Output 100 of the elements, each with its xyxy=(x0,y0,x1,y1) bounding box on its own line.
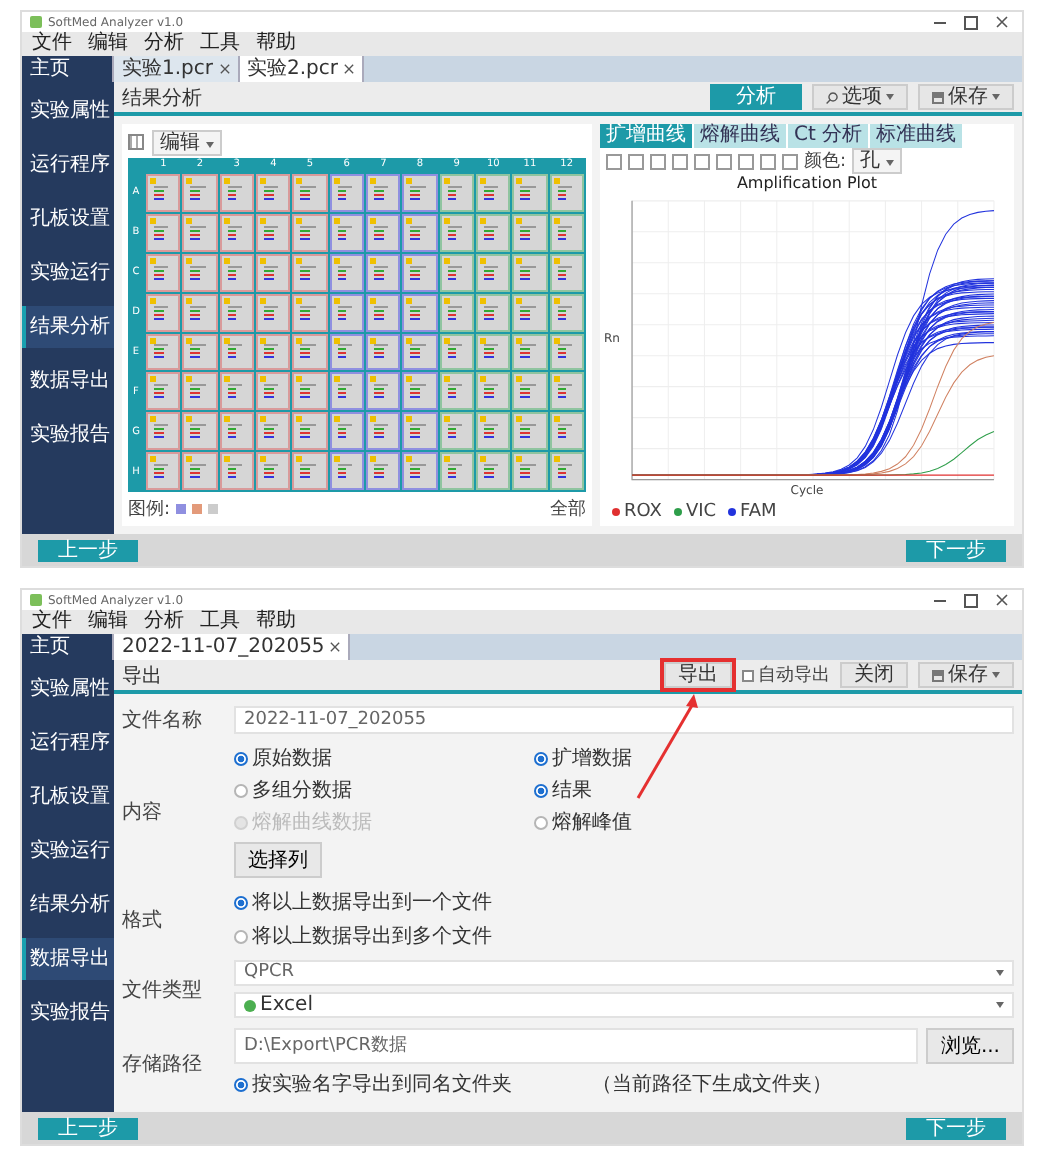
menu-item[interactable]: 工具 xyxy=(200,610,240,634)
sidebar-item[interactable]: 运行程序 xyxy=(22,144,114,186)
view-label[interactable]: 全部 xyxy=(550,495,586,521)
well-tile[interactable] xyxy=(329,174,364,212)
well-tile[interactable] xyxy=(402,174,438,212)
caret-icon xyxy=(992,672,1000,678)
radio-button[interactable] xyxy=(234,783,248,797)
well-tile[interactable] xyxy=(219,174,254,212)
chart-tab[interactable]: 熔解曲线 xyxy=(694,124,786,148)
maximize-button[interactable] xyxy=(964,15,978,29)
sidebar-item[interactable]: 实验运行 xyxy=(22,252,114,294)
field-label: 文件类型 xyxy=(122,977,204,1003)
chart-tab[interactable]: 标准曲线 xyxy=(870,124,963,148)
well-tile[interactable] xyxy=(476,174,511,212)
well-tile[interactable] xyxy=(366,174,401,212)
close-button[interactable] xyxy=(996,16,1008,28)
document-tab[interactable]: 2022-11-07_202055 xyxy=(114,634,351,660)
radio-button[interactable] xyxy=(234,751,248,765)
menu-item[interactable]: 编辑 xyxy=(88,32,128,56)
sidebar-item[interactable]: 实验属性 xyxy=(22,668,114,710)
document-tab[interactable]: 实验1.pcr xyxy=(114,56,239,82)
checkbox-label: 自动导出 xyxy=(758,663,830,688)
option-label: 熔解曲线数据 xyxy=(252,809,372,836)
radio-button[interactable] xyxy=(234,895,248,909)
option-label: 将以上数据导出到一个文件 xyxy=(252,889,492,916)
save-button[interactable]: 保存 xyxy=(918,662,1014,688)
caret-icon xyxy=(886,160,895,166)
sidebar-item[interactable]: 结果分析 xyxy=(22,884,114,926)
search-icon xyxy=(826,91,838,103)
legend-label: FAM xyxy=(740,502,777,522)
grid-icon[interactable] xyxy=(128,134,144,150)
sidebar-item[interactable]: 实验报告 xyxy=(22,414,114,456)
well-tile[interactable] xyxy=(512,174,548,212)
radio-button[interactable] xyxy=(534,815,548,829)
sidebar-item[interactable]: 实验属性 xyxy=(22,90,114,132)
color-dropdown[interactable]: 孔 xyxy=(852,148,903,174)
sidebar-item[interactable]: 孔板设置 xyxy=(22,198,114,240)
field-label: 文件名称 xyxy=(122,707,204,734)
toolbar-button[interactable]: 关闭 xyxy=(840,662,908,688)
document-tab[interactable]: 主页 xyxy=(22,56,114,82)
menu-item[interactable]: 工具 xyxy=(200,32,240,56)
sidebar-item[interactable]: 结果分析 xyxy=(22,306,114,348)
browse-button[interactable]: 浏览... xyxy=(926,1028,1014,1064)
document-tab[interactable]: 主页 xyxy=(22,634,114,660)
legend-swatch-icon xyxy=(176,503,187,513)
well-tile[interactable] xyxy=(146,174,181,212)
well-tile[interactable] xyxy=(549,174,584,212)
menu-item[interactable]: 文件 xyxy=(32,610,72,634)
well-tile[interactable] xyxy=(182,174,218,212)
mode-dropdown[interactable]: 编辑 xyxy=(152,129,223,155)
menu-item[interactable]: 帮助 xyxy=(256,610,296,634)
close-icon[interactable] xyxy=(344,64,354,74)
filename-field[interactable]: 2022-11-07_202055 xyxy=(234,706,1014,734)
sidebar-item[interactable]: 实验报告 xyxy=(22,992,114,1034)
page-title: 结果分析 xyxy=(122,85,202,111)
select-columns-button[interactable]: 选择列 xyxy=(234,842,322,878)
radio-button[interactable] xyxy=(234,1077,248,1091)
menu-item[interactable]: 帮助 xyxy=(256,32,296,56)
sidebar-item[interactable]: 孔板设置 xyxy=(22,776,114,818)
menu-item[interactable]: 分析 xyxy=(144,32,184,56)
file-type-dropdown[interactable]: QPCR xyxy=(234,960,1014,986)
well-tile[interactable] xyxy=(439,174,474,212)
sidebar-item[interactable]: 运行程序 xyxy=(22,722,114,764)
path-field[interactable]: D:\Export\PCR数据 xyxy=(234,1028,919,1064)
sidebar-item[interactable]: 数据导出 xyxy=(22,938,114,980)
legend-label: VIC xyxy=(685,502,717,522)
close-icon[interactable] xyxy=(219,64,229,74)
sidebar-item[interactable]: 数据导出 xyxy=(22,360,114,402)
menu-item[interactable]: 文件 xyxy=(32,32,72,56)
option-label: 结果 xyxy=(552,777,592,804)
radio-button[interactable] xyxy=(234,929,248,943)
radio-button[interactable] xyxy=(534,751,548,765)
sidebar-item[interactable]: 实验运行 xyxy=(22,830,114,872)
radio-button[interactable] xyxy=(534,783,548,797)
option-label: 扩增数据 xyxy=(552,745,632,772)
well-tile[interactable] xyxy=(256,174,291,212)
caret-icon xyxy=(992,94,1000,100)
close-icon[interactable] xyxy=(330,642,341,652)
field-label: 内容 xyxy=(122,799,164,825)
save-button[interactable]: 保存 xyxy=(918,84,1014,110)
field-label: 格式 xyxy=(122,907,164,933)
legend-swatch-icon xyxy=(208,503,219,513)
close-button[interactable] xyxy=(996,594,1008,606)
toolbar-button[interactable]: 导出 xyxy=(664,662,732,688)
document-tab[interactable]: 实验2.pcr xyxy=(239,56,364,82)
minimize-button[interactable] xyxy=(934,21,946,23)
chart-tab[interactable]: Ct 分析 xyxy=(788,124,869,148)
field-label: 存储路径 xyxy=(122,1051,204,1077)
checkbox[interactable] xyxy=(742,669,754,681)
hint-text: （当前路径下生成文件夹） xyxy=(592,1071,832,1098)
save-icon xyxy=(932,91,944,103)
option-label: 颜色: xyxy=(804,149,847,174)
maximize-button[interactable] xyxy=(964,593,978,607)
options-button[interactable]: 选项 xyxy=(812,84,908,110)
legend-swatch-icon xyxy=(192,503,203,513)
format-dropdown[interactable]: Excel xyxy=(234,992,1014,1018)
well-tile[interactable] xyxy=(292,174,328,212)
menu-item[interactable]: 分析 xyxy=(144,610,184,634)
menu-item[interactable]: 编辑 xyxy=(88,610,128,634)
minimize-button[interactable] xyxy=(934,599,946,601)
